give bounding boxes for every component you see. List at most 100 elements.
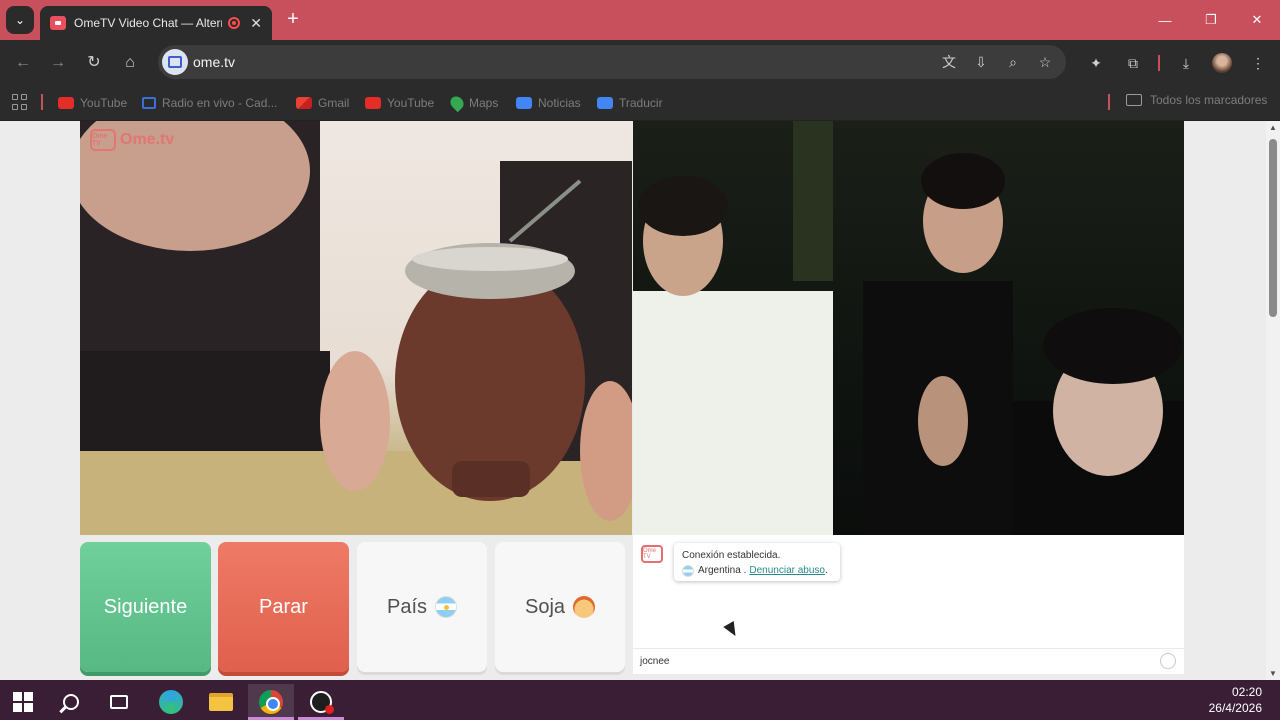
own-camera-video: Ome TV Ome.tv [80, 121, 632, 535]
downloads-icon[interactable]: ⤓ [1176, 53, 1196, 73]
search-icon [63, 694, 79, 710]
extension-icon[interactable]: ✦ [1086, 53, 1106, 73]
bookmark-label: Gmail [318, 96, 350, 110]
reload-button[interactable]: ↻ [83, 52, 105, 74]
address-bar[interactable]: ome.tv 文 ⇩ ⌕ ☆ [158, 45, 1066, 79]
youtube-icon [365, 97, 381, 109]
chevron-down-icon: ⌄ [14, 13, 26, 27]
maps-icon [447, 93, 467, 113]
url-text: ome.tv [193, 54, 236, 70]
bookmark-label: Noticias [538, 96, 581, 110]
back-button[interactable]: ← [12, 52, 34, 74]
chat-panel: Ome TV Conexión establecida. Argentina .… [633, 535, 1184, 674]
start-button[interactable] [0, 684, 46, 720]
tab-strip: ⌄ OmeTV Video Chat — Alternati ✕ + — ❐ ✕ [0, 0, 1280, 40]
home-button[interactable]: ⌂ [119, 52, 141, 74]
all-bookmarks-label: Todos los marcadores [1150, 93, 1268, 107]
own-camera-scene [80, 121, 632, 535]
browser-toolbar: ← → ↻ ⌂ ome.tv 文 ⇩ ⌕ ☆ ✦ ⧉ ⤓ ⋮ [0, 40, 1280, 86]
profile-avatar[interactable] [1212, 53, 1232, 73]
next-button-label: Siguiente [103, 595, 188, 618]
file-explorer-icon [209, 693, 233, 711]
task-view-button[interactable] [96, 684, 142, 720]
report-suffix: . [824, 565, 828, 576]
argentina-flag-icon [682, 564, 694, 577]
clock-time: 02:20 [1231, 685, 1262, 699]
close-window-button[interactable]: ✕ [1234, 0, 1280, 40]
page-scrollbar[interactable]: ▲ ▼ [1266, 121, 1280, 680]
bookmarks-divider [1108, 94, 1110, 110]
gender-button[interactable]: Soja [495, 542, 625, 672]
toolbar-divider [1158, 55, 1160, 71]
task-view-icon [110, 695, 128, 709]
bookmark-youtube[interactable]: YouTube [58, 93, 127, 113]
translate-page-icon[interactable]: 文 [940, 53, 958, 71]
scroll-thumb[interactable] [1269, 139, 1277, 317]
site-info-icon[interactable] [162, 49, 188, 75]
partner-video-scene [633, 121, 1184, 535]
bookmark-youtube-2[interactable]: YouTube [365, 93, 434, 113]
edge-taskbar-button[interactable] [148, 684, 194, 720]
file-explorer-button[interactable] [198, 684, 244, 720]
system-message: Conexión establecida. Argentina . Denunc… [674, 543, 840, 581]
boy-face-icon [573, 596, 596, 618]
windows-taskbar: 02:20 26/4/2026 [0, 680, 1280, 720]
bookmark-label: YouTube [80, 96, 128, 110]
gmail-icon [296, 97, 312, 109]
ometv-logo-icon: Ome TV [90, 129, 116, 151]
partner-country: Argentina . [698, 565, 747, 576]
bookmark-radio[interactable]: Radio en vivo - Cad... [142, 93, 277, 113]
connection-status: Conexión establecida. [682, 550, 781, 561]
chrome-taskbar-button[interactable] [248, 684, 294, 720]
bookmark-label: YouTube [387, 96, 435, 110]
ometv-page: Ome TV Ome.tv Siguiente Parar País Soja … [0, 121, 1266, 680]
bookmark-traducir[interactable]: Traducir [597, 93, 663, 113]
all-bookmarks-button[interactable]: Todos los marcadores [1126, 93, 1267, 107]
recording-icon [228, 17, 241, 29]
country-button[interactable]: País [357, 542, 487, 672]
install-app-icon[interactable]: ⇩ [972, 53, 990, 71]
c5n-icon [142, 97, 156, 109]
report-abuse-link[interactable]: Denunciar abuso [749, 563, 825, 578]
scroll-down-icon[interactable]: ▼ [1269, 669, 1277, 678]
browser-tab[interactable]: OmeTV Video Chat — Alternati ✕ [40, 6, 272, 40]
bookmark-label: Maps [469, 96, 499, 110]
obs-taskbar-button[interactable] [298, 684, 344, 720]
forward-button[interactable]: → [47, 52, 69, 74]
stop-button-label: Parar [259, 595, 308, 618]
bookmark-star-icon[interactable]: ☆ [1036, 53, 1054, 71]
apps-grid-icon[interactable] [12, 94, 28, 110]
clock-date: 26/4/2026 [1208, 701, 1262, 715]
chat-input-value: jocnee [640, 656, 670, 667]
bookmark-label: Radio en vivo - Cad... [162, 96, 278, 110]
menu-kebab-icon[interactable]: ⋮ [1248, 53, 1268, 73]
search-button[interactable] [48, 684, 94, 720]
zoom-icon[interactable]: ⌕ [1004, 53, 1022, 71]
new-tab-button[interactable]: + [282, 8, 304, 30]
bookmark-noticias[interactable]: Noticias [516, 93, 581, 113]
partner-video [633, 121, 1184, 535]
edge-icon [159, 690, 183, 714]
ometv-watermark: Ome TV Ome.tv [90, 129, 174, 151]
next-button[interactable]: Siguiente [80, 542, 211, 672]
scroll-up-icon[interactable]: ▲ [1269, 123, 1277, 132]
restore-button[interactable]: ❐ [1188, 0, 1234, 40]
youtube-icon [58, 97, 74, 109]
stop-button[interactable]: Parar [218, 542, 349, 672]
bookmark-maps[interactable]: Maps [447, 93, 499, 113]
minimize-button[interactable]: — [1142, 0, 1188, 40]
chat-input[interactable]: jocnee [633, 648, 1184, 674]
gender-button-label: Soja [524, 595, 566, 618]
news-icon [516, 97, 532, 109]
obs-icon [310, 691, 334, 714]
ometv-favicon-icon [50, 16, 66, 30]
bookmarks-bar: YouTube Radio en vivo - Cad... Gmail You… [0, 86, 1280, 121]
system-clock[interactable]: 02:20 26/4/2026 [1209, 684, 1262, 716]
bookmark-gmail[interactable]: Gmail [296, 93, 349, 113]
tab-search-button[interactable]: ⌄ [6, 6, 34, 34]
emoji-icon[interactable] [1160, 653, 1176, 669]
bookmarks-divider [41, 94, 43, 110]
ometv-logo-text: Ome.tv [120, 131, 175, 148]
close-tab-icon[interactable]: ✕ [250, 15, 262, 32]
extensions-puzzle-icon[interactable]: ⧉ [1123, 53, 1143, 73]
